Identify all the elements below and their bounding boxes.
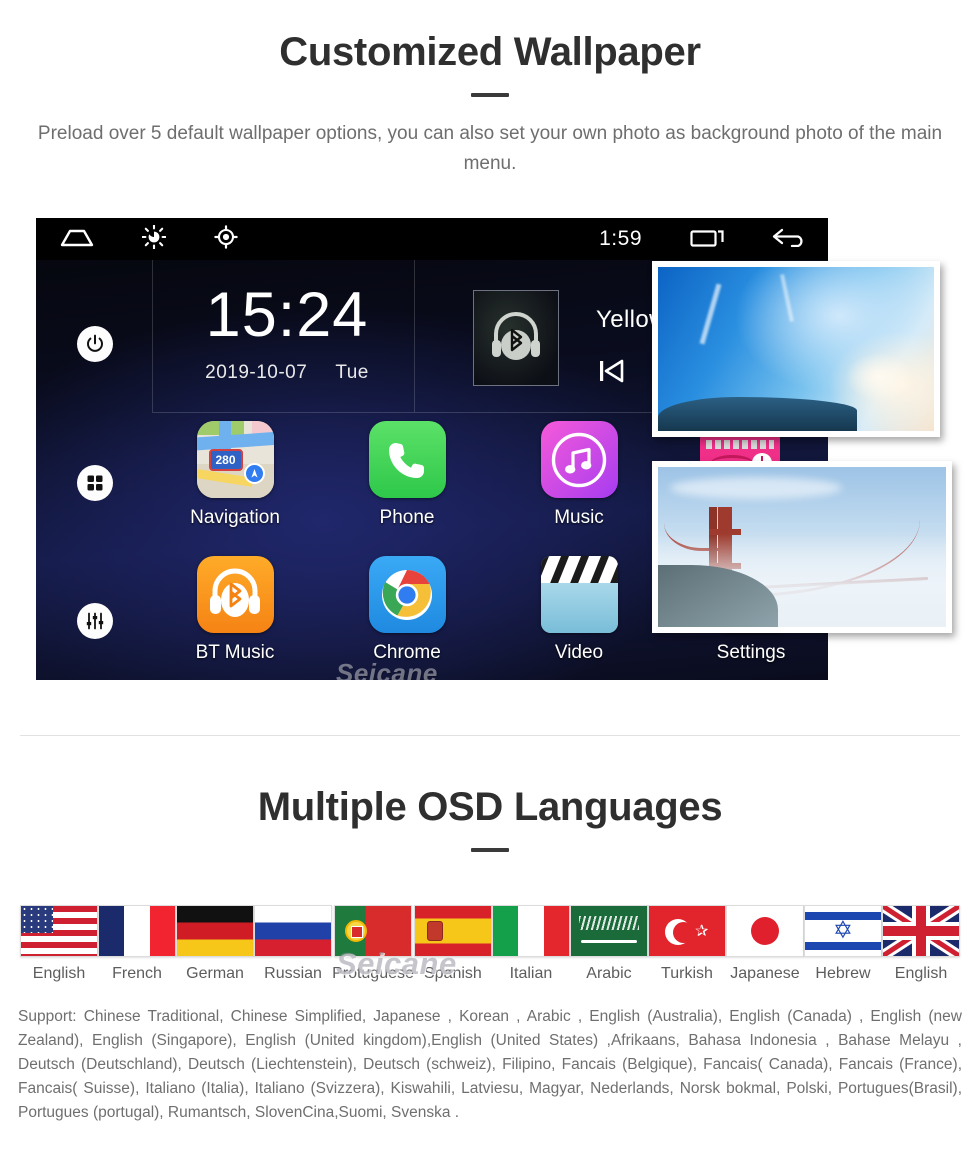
status-bar-right: 1:59 (599, 218, 806, 260)
flag-item-japanese[interactable]: Japanese (725, 905, 804, 983)
flag-label: Turkish (661, 965, 713, 982)
flag-de-icon (176, 905, 255, 957)
supported-languages-text: Support: Chinese Traditional, Chinese Si… (18, 1008, 962, 1121)
languages-title-divider (471, 848, 509, 852)
app-phone[interactable]: Phone (342, 421, 472, 529)
app-music[interactable]: Music (514, 421, 644, 529)
back-arrow-icon[interactable] (772, 227, 806, 252)
clock-weekday: Tue (335, 362, 369, 383)
chrome-icon (368, 556, 446, 633)
app-bt-music[interactable]: BT Music (170, 556, 300, 664)
landing-page: Customized Wallpaper Preload over 5 defa… (0, 0, 980, 1162)
flag-item-turkish[interactable]: ✰ Turkish (647, 905, 726, 983)
app-navigation[interactable]: 280 Navigation (170, 421, 300, 529)
flag-item-english-gb[interactable]: English (882, 905, 960, 983)
app-label: BT Music (195, 642, 275, 663)
previous-track-icon[interactable] (598, 358, 628, 389)
languages-section-header: Multiple OSD Languages (0, 785, 980, 852)
music-note-icon (540, 421, 618, 498)
clock-date: 2019-10-07 Tue (166, 362, 408, 384)
ice-cave-wallpaper[interactable] (652, 261, 940, 437)
clock-widget[interactable]: 15:24 2019-10-07 Tue (166, 280, 408, 384)
flag-label: Arabic (586, 965, 632, 982)
flag-label: English (32, 965, 86, 982)
title-divider (471, 93, 509, 97)
flag-label: Russian (264, 965, 322, 982)
flag-item-german[interactable]: German (176, 905, 255, 983)
wallpaper-section-header: Customized Wallpaper Preload over 5 defa… (0, 30, 980, 179)
flag-label: Hebrew (815, 965, 871, 982)
flag-item-italian[interactable]: Italian (491, 905, 570, 983)
maps-icon: 280 (196, 421, 274, 498)
app-chrome[interactable]: Chrome (342, 556, 472, 664)
divider-vertical-left (152, 260, 153, 412)
status-bar-left (60, 218, 238, 260)
apps-button[interactable] (77, 465, 113, 501)
section-divider (20, 735, 960, 736)
app-label: Settings (716, 642, 786, 663)
bluetooth-headphones-icon (473, 290, 559, 386)
flag-item-russian[interactable]: Russian (254, 905, 333, 983)
phone-icon (368, 421, 446, 498)
home-icon[interactable] (60, 227, 94, 252)
app-label: Video (554, 642, 604, 663)
clapperboard-icon (540, 556, 618, 633)
brightness-icon[interactable] (141, 224, 167, 254)
bluetooth-music-icon (196, 556, 274, 633)
flag-item-arabic[interactable]: Arabic (569, 905, 648, 983)
flag-jp-icon (725, 905, 804, 957)
golden-gate-bridge-wallpaper[interactable] (652, 461, 952, 633)
flag-label: Italian (509, 965, 553, 982)
flag-us-icon (20, 905, 98, 957)
status-bar: 1:59 (36, 218, 828, 260)
flag-tr-icon: ✰ (647, 905, 726, 957)
flag-item-english-us[interactable]: English (20, 905, 98, 983)
head-unit-screenshot: 1:59 15:24 2019-10-07 Tue Yellow 280 Nav… (36, 218, 952, 680)
app-label: Chrome (373, 642, 441, 663)
flag-label: English (894, 965, 948, 982)
flag-fr-icon (98, 905, 177, 957)
power-button[interactable] (77, 326, 113, 362)
wallpaper-subtitle: Preload over 5 default wallpaper options… (37, 123, 943, 174)
clock-date-value: 2019-10-07 (205, 362, 308, 383)
app-label: Phone (379, 507, 435, 528)
divider-vertical-mid (414, 260, 415, 412)
route-shield-label: 280 (208, 449, 243, 471)
flag-label: German (186, 965, 244, 982)
status-bar-time: 1:59 (599, 227, 642, 250)
flag-it-icon (491, 905, 570, 957)
flag-item-french[interactable]: French (98, 905, 177, 983)
flag-label: French (112, 965, 162, 982)
recent-apps-icon[interactable] (690, 227, 724, 252)
flag-il-icon: ✡ (803, 905, 882, 957)
equalizer-button[interactable] (77, 603, 113, 639)
page-title: Customized Wallpaper (279, 30, 701, 74)
languages-title: Multiple OSD Languages (257, 785, 723, 829)
app-label: Navigation (190, 507, 280, 528)
flag-item-hebrew[interactable]: ✡ Hebrew (803, 905, 882, 983)
app-label: Music (554, 507, 604, 528)
flag-ru-icon (254, 905, 333, 957)
flag-sa-icon (569, 905, 648, 957)
flag-list: English French German Russian Protuguese… (20, 905, 960, 983)
flag-label: Japanese (730, 965, 800, 982)
flag-gb-icon (882, 905, 960, 957)
clock-time: 15:24 (205, 280, 369, 350)
left-sidebar (36, 260, 152, 680)
gps-icon[interactable] (214, 224, 238, 254)
watermark-seicane-flags: Seicane (336, 946, 457, 981)
app-video[interactable]: Video (514, 556, 644, 664)
